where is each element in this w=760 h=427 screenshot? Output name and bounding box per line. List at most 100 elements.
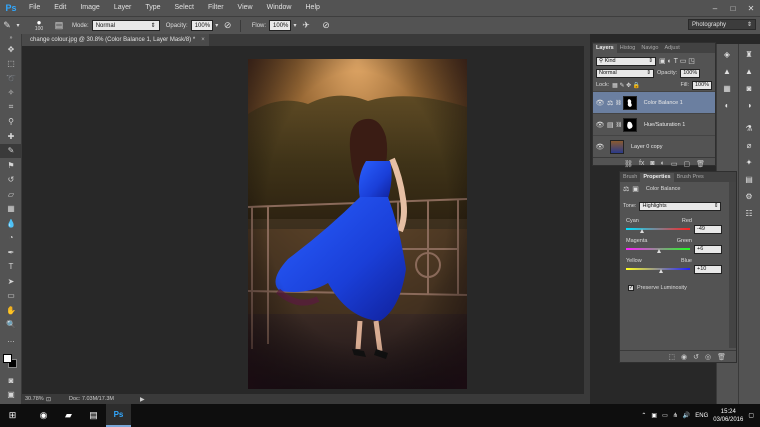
eyedropper-tool-icon[interactable]: ⚲ [0,115,22,130]
history-dock-icon[interactable]: ♜ [739,46,759,63]
opacity-dropdown-icon[interactable]: ▾ [213,20,221,32]
tray-chevron-icon[interactable]: ⌃ [641,412,646,419]
collapse-tools-icon[interactable]: » [0,34,22,42]
fx-icon[interactable]: fx [639,160,644,167]
fill-field[interactable]: 100% [692,80,712,90]
flow-dropdown-icon[interactable]: ▾ [291,20,299,32]
yellow-blue-track[interactable] [626,268,690,273]
menu-image[interactable]: Image [73,0,106,16]
quick-mask-icon[interactable]: ◙ [0,373,22,388]
chevron-down-icon[interactable]: ▾ [14,20,22,32]
preserve-luminosity-checkbox[interactable]: ✓ [628,285,634,291]
cyan-red-track[interactable] [626,228,690,233]
close-icon[interactable]: × [201,37,205,43]
more-tools-icon[interactable]: … [0,332,22,347]
language-indicator[interactable]: ENG [695,413,708,419]
mode-select[interactable]: Normal ⇕ [91,20,160,31]
doc-info[interactable]: Doc: 7.03M/17.3M [69,396,114,402]
add-mask-icon[interactable]: ◙ [650,160,654,167]
paragraph-dock-icon[interactable]: ⚗ [739,120,759,137]
dodge-tool-icon[interactable]: ◔ [0,231,22,246]
slider-thumb[interactable] [657,249,662,253]
airbrush-icon[interactable]: ✈ [299,20,313,32]
yellow-blue-value[interactable]: +10 [694,264,722,274]
new-layer-icon[interactable]: ▢ [683,160,690,168]
flow-field[interactable]: 100% [269,20,292,31]
menu-select[interactable]: Select [168,0,201,16]
swatches-dock-icon[interactable]: ▦ [717,80,737,97]
slider-thumb[interactable] [658,269,663,273]
layer-mask-thumbnail[interactable] [622,95,637,110]
pen-tool-icon[interactable]: ✒ [0,245,22,260]
link-layers-icon[interactable]: ⛓ [624,160,633,168]
tab-layers[interactable]: Layers [593,44,617,53]
volume-icon[interactable]: 🔊 [683,412,690,419]
clock[interactable]: 15:24 03/06/2016 [713,408,743,424]
menu-view[interactable]: View [231,0,260,16]
move-tool-icon[interactable]: ✥ [0,42,22,57]
type-tool-icon[interactable]: T [0,260,22,275]
eye-icon[interactable]: 👁 [593,143,607,151]
brush-dock-icon[interactable]: ▤ [739,171,759,188]
trash-icon[interactable]: 🗑 [717,353,726,361]
reset-icon[interactable]: ↺ [693,353,699,361]
clone-stamp-tool-icon[interactable]: ⚑ [0,158,22,173]
tab-brush[interactable]: Brush [620,173,640,182]
view-previous-icon[interactable]: ◉ [681,353,687,361]
eye-icon[interactable]: 👁 [593,121,607,129]
tray-app-icon[interactable]: ▣ [651,412,657,419]
tab-properties[interactable]: Properties [640,173,674,182]
tab-brush-presets[interactable]: Brush Pres [674,173,707,182]
screen-mode-icon[interactable]: ▣ [0,387,22,402]
tab-adjustments[interactable]: Adjust [661,44,682,53]
close-button[interactable]: ✕ [742,0,760,16]
clone-source-dock-icon[interactable]: ⚙ [739,188,759,205]
tab-navigator[interactable]: Navigo [638,44,661,53]
layer-row[interactable]: 👁 Layer 0 copy [593,135,715,157]
tab-histogram[interactable]: Histog [617,44,639,53]
properties-scrollbar[interactable] [729,182,736,348]
menu-edit[interactable]: Edit [47,0,73,16]
blur-tool-icon[interactable]: 💧 [0,216,22,231]
menu-help[interactable]: Help [299,0,327,16]
blend-mode-select[interactable]: Normal ⇕ [596,68,654,78]
menu-filter[interactable]: Filter [201,0,231,16]
tone-select[interactable]: Highlights ⇕ [639,201,722,211]
mask-mode-icon[interactable]: ▣ [632,185,639,193]
zoom-tool-icon[interactable]: 🔍 [0,318,22,333]
character-dock-icon[interactable]: ◑ [739,97,759,114]
menu-type[interactable]: Type [138,0,167,16]
adjustments-dock-icon[interactable]: ◐ [717,97,737,114]
new-adjustment-icon[interactable]: ◐ [661,160,665,167]
pressure-size-icon[interactable]: ⊘ [319,20,333,32]
slider-thumb[interactable] [639,229,644,233]
trash-icon[interactable]: 🗑 [696,160,705,168]
visibility-icon[interactable]: ◎ [705,353,711,361]
document-image[interactable] [248,59,467,389]
eye-icon[interactable]: 👁 [593,99,607,107]
file-explorer-icon[interactable]: ▰ [56,404,81,427]
layer-kind-filter[interactable]: ⚲ Kind ⇕ [596,56,656,66]
cyan-red-value[interactable]: -49 [694,224,722,234]
brush-panel-toggle-icon[interactable]: ▤ [52,20,66,32]
actions-dock-icon[interactable]: ▲ [739,63,759,80]
crop-tool-icon[interactable]: ⌗ [0,100,22,115]
menu-file[interactable]: File [22,0,47,16]
quick-select-tool-icon[interactable]: ✧ [0,86,22,101]
workspace-switcher[interactable]: Photography ⇕ [688,19,756,30]
minimize-button[interactable]: – [706,0,724,16]
opacity-field[interactable]: 100% [190,20,213,31]
pressure-opacity-icon[interactable]: ⊘ [221,20,235,32]
status-arrow-icon[interactable]: ▶ [140,396,145,403]
battery-icon[interactable]: ▭ [662,412,668,419]
healing-brush-tool-icon[interactable]: ✚ [0,129,22,144]
lock-icons[interactable]: ▦ ✎ ✥ 🔒 [612,82,640,89]
app-icon[interactable]: ▤ [81,404,106,427]
path-selection-tool-icon[interactable]: ➤ [0,274,22,289]
marquee-tool-icon[interactable]: ⬚ [0,57,22,72]
brush-tool-icon[interactable]: ✎ [0,143,22,158]
brush-preset-picker[interactable]: ● 100 [30,19,48,33]
gradient-tool-icon[interactable]: ▦ [0,202,22,217]
layers-dock-icon[interactable]: ◈ [717,46,737,63]
history-brush-tool-icon[interactable]: ↺ [0,173,22,188]
